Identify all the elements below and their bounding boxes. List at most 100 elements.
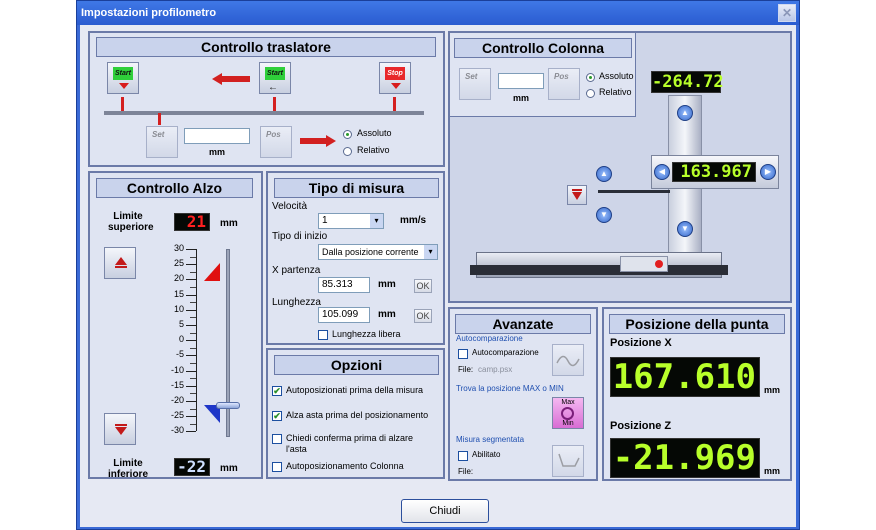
pos-label: Pos (266, 130, 281, 139)
colonna-top-display: -264.72 (651, 71, 724, 93)
velocita-unit: mm/s (400, 215, 427, 226)
limit-upper-display: 21 (174, 213, 210, 231)
pos-x-unit: mm (764, 385, 781, 395)
bar-icon (115, 424, 127, 426)
lunghezza-ok-button[interactable]: OK (414, 309, 432, 323)
colonna-unit: mm (513, 93, 530, 103)
limit-upper-unit: mm (220, 218, 238, 229)
colonna-mid-display: 163.967 (672, 162, 756, 182)
set-label: Set (152, 130, 165, 139)
chevron-down-icon: ▾ (424, 245, 437, 259)
probe-lower-button[interactable] (567, 185, 587, 205)
traslatore-input[interactable] (184, 128, 250, 144)
bar-icon (115, 266, 127, 268)
alzo-tick-label: -30 (170, 425, 184, 436)
limit-upper-label: Limite superiore (108, 211, 154, 233)
lunghezza-libera-checkbox[interactable] (318, 330, 328, 340)
set-button[interactable]: Set (146, 126, 178, 158)
down-arrow-icon (115, 427, 127, 435)
limit-lower-unit: mm (220, 463, 238, 474)
autocomp-file-label: File: (458, 365, 474, 374)
alzo-tick-mark (186, 294, 196, 296)
upper-limit-marker[interactable] (204, 263, 220, 281)
alzo-tick-label: 5 (178, 319, 184, 329)
tipo-title: Tipo di misura (274, 178, 439, 198)
pos-label: Pos (554, 72, 569, 81)
colonna-radio-assoluto-label: Assoluto (599, 71, 634, 81)
left-arrow-icon (212, 73, 250, 85)
alzo-tick-mark (186, 249, 196, 250)
maxmin-button[interactable]: Max Min (552, 397, 584, 429)
opzione-checkbox[interactable]: ✔ (272, 411, 282, 421)
led-icon (655, 260, 663, 268)
column-down-button[interactable]: ▼ (677, 221, 693, 237)
alzo-up-button[interactable] (104, 247, 136, 279)
start-left-button[interactable]: Start (107, 62, 139, 94)
stop-flag-icon: Stop (385, 67, 405, 80)
seg-button[interactable] (552, 445, 584, 477)
circle-icon (561, 407, 574, 420)
opzione-checkbox[interactable] (272, 434, 282, 444)
alzo-tick-mark (186, 385, 196, 387)
colonna-radio-relativo-label: Relativo (599, 87, 632, 97)
traslatore-panel: Controllo traslatore Start Start ← Stop (88, 31, 445, 167)
carriage-left-button[interactable]: ◀ (654, 164, 670, 180)
alzo-tick-label: 25 (173, 258, 184, 269)
window-client: Controllo traslatore Start Start ← Stop (80, 25, 796, 527)
alzo-tick-label: 10 (173, 303, 184, 314)
limit-lower-display: -22 (174, 458, 210, 476)
colonna-radio-relativo[interactable] (586, 89, 595, 98)
maxmin-group-label: Trova la posizione MAX o MIN (456, 384, 564, 393)
avanzate-title: Avanzate (455, 314, 591, 334)
control-box (620, 256, 668, 272)
down-arrow-icon (391, 83, 401, 89)
alzo-tick-label: -10 (170, 364, 184, 375)
pos-z-label: Posizione Z (610, 420, 672, 432)
alzo-tick-mark (186, 416, 196, 418)
pos-x-display: 167.610 (610, 357, 760, 397)
seg-checkbox[interactable] (458, 451, 468, 461)
seg-label: Abilitato (472, 450, 501, 459)
alzo-tick-label: 20 (173, 273, 184, 284)
colonna-radio-assoluto[interactable] (586, 73, 595, 82)
radio-assoluto[interactable] (343, 130, 352, 139)
opzione-label: Chiedi conferma prima di alzare l'asta (286, 433, 414, 454)
up-arrow-icon (115, 257, 127, 265)
traslatore-title: Controllo traslatore (96, 37, 436, 57)
probe-up-button[interactable]: ▲ (596, 166, 612, 182)
start-home-button[interactable]: Start ← (259, 62, 291, 94)
velocita-select[interactable]: 1 ▾ (318, 213, 384, 229)
opzione-checkbox[interactable]: ✔ (272, 386, 282, 396)
colonna-title: Controllo Colonna (454, 38, 632, 58)
lunghezza-input[interactable]: 105.099 (318, 307, 370, 323)
autocomp-checkbox[interactable] (458, 349, 468, 359)
alzo-slider-thumb[interactable] (216, 402, 240, 409)
close-button[interactable]: Chiudi (401, 499, 489, 523)
tipo-inizio-label: Tipo di inizio (272, 231, 328, 242)
opzione-checkbox[interactable] (272, 462, 282, 472)
colonna-pos-button[interactable]: Pos (548, 68, 580, 100)
probe-down-button[interactable]: ▼ (596, 207, 612, 223)
max-label: Max (561, 399, 575, 406)
pos-x-label: Posizione X (610, 337, 672, 349)
stop-button[interactable]: Stop (379, 62, 411, 94)
probe-arm (598, 190, 670, 193)
tipo-inizio-select[interactable]: Dalla posizione corrente ▾ (318, 244, 438, 260)
colonna-set-button[interactable]: Set (459, 68, 491, 100)
pos-button[interactable]: Pos (260, 126, 292, 158)
colonna-input[interactable] (498, 73, 544, 89)
alzo-tick-mark (186, 355, 196, 357)
stop-marker (393, 97, 396, 111)
xpartenza-input[interactable]: 85.313 (318, 277, 370, 293)
autocomp-button[interactable] (552, 344, 584, 376)
radio-relativo[interactable] (343, 147, 352, 156)
title-bar: Impostazioni profilometro ✕ (77, 1, 799, 25)
alzo-title: Controllo Alzo (96, 178, 253, 198)
close-icon[interactable]: ✕ (778, 4, 796, 22)
column-up-button[interactable]: ▲ (677, 105, 693, 121)
alzo-down-button[interactable] (104, 413, 136, 445)
xpartenza-ok-button[interactable]: OK (414, 279, 432, 293)
carriage-right-button[interactable]: ▶ (760, 164, 776, 180)
bar-icon (572, 189, 582, 191)
alzo-tick-mark (186, 431, 196, 433)
